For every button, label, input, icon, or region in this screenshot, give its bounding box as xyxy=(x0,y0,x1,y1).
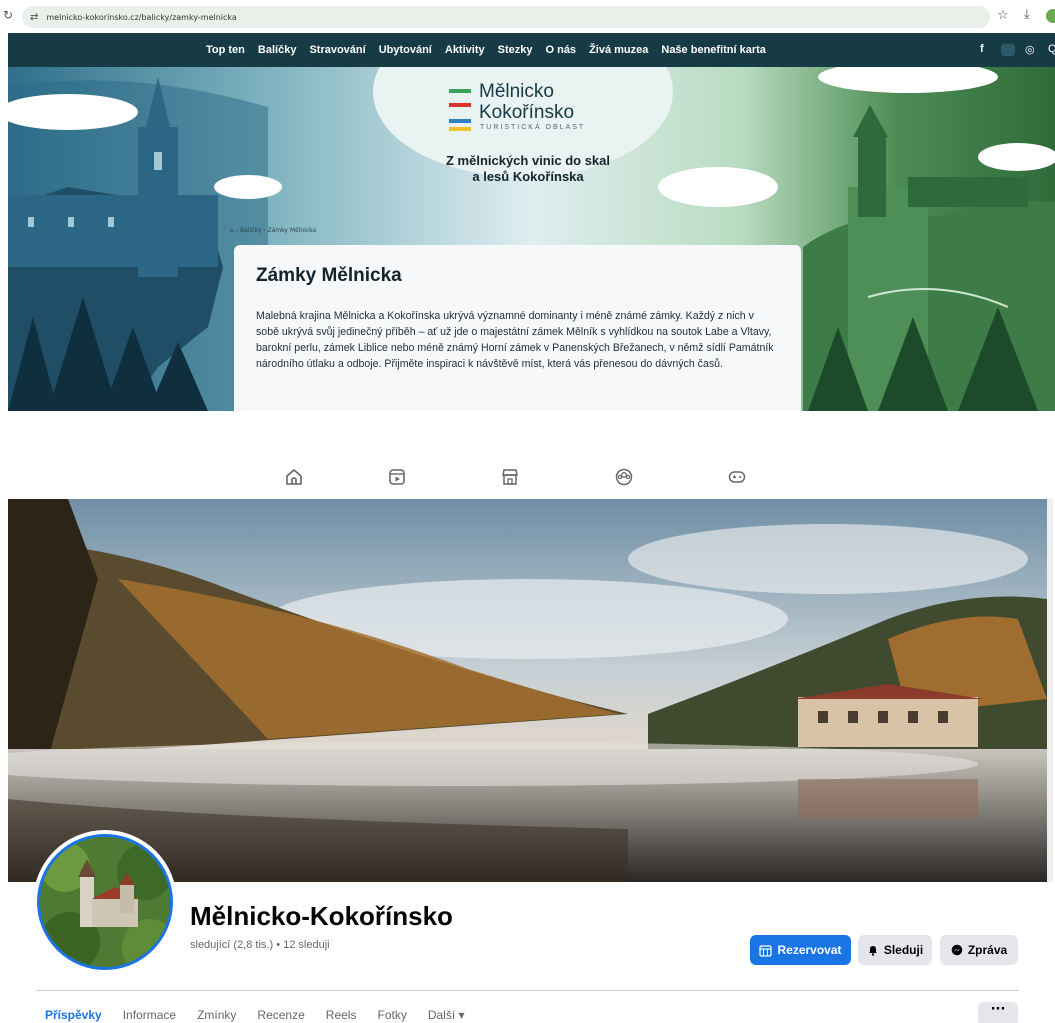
logo-stripe-yellow xyxy=(449,127,471,131)
reload-icon[interactable]: ↻ xyxy=(3,8,13,22)
castle-photo xyxy=(40,837,170,967)
facebook-icon[interactable]: f xyxy=(980,43,984,55)
profile-divider xyxy=(36,990,1019,991)
logo-line-3: TURISTICKÁ OBLAST xyxy=(480,124,586,131)
site-settings-icon[interactable]: ⇄ xyxy=(30,12,38,23)
intro-text: Malebná krajina Mělnicka a Kokořínska uk… xyxy=(256,310,774,370)
nav-balicky[interactable]: Balíčky xyxy=(258,44,297,56)
tab-mentions[interactable]: Zmínky xyxy=(197,1008,236,1023)
nav-aktivity[interactable]: Aktivity xyxy=(445,44,485,56)
marketplace-icon[interactable] xyxy=(500,467,520,487)
nav-ziva-muzea[interactable]: Živá muzea xyxy=(589,44,648,56)
gaming-icon[interactable] xyxy=(727,467,747,487)
site-navigation: Top ten Balíčky Stravování Ubytování Akt… xyxy=(8,33,1055,67)
breadcrumb[interactable]: ⌂ › Balíčky › Zámky Mělnicka xyxy=(230,227,316,234)
hero-banner: Mělnicko Kokořínsko TURISTICKÁ OBLAST Z … xyxy=(8,67,1055,411)
youtube-icon[interactable] xyxy=(1001,44,1015,56)
cover-photo[interactable] xyxy=(8,499,1047,882)
page-title: Zámky Mělnicka xyxy=(256,265,402,286)
url-text: melnicko-kokorinsko.cz/balicky/zamky-mel… xyxy=(46,12,237,22)
groups-icon[interactable] xyxy=(614,467,634,487)
tab-photos[interactable]: Fotky xyxy=(377,1008,406,1023)
home-icon[interactable] xyxy=(284,467,304,487)
nav-ubytovani[interactable]: Ubytování xyxy=(379,44,432,56)
tab-more[interactable]: Další ▾ xyxy=(428,1008,465,1023)
intro-card: Zámky Mělnicka Malebná krajina Mělnicka … xyxy=(234,245,801,411)
profile-avatar[interactable] xyxy=(1046,9,1055,23)
nav-top-ten[interactable]: Top ten xyxy=(206,44,245,56)
page-scrollbar[interactable] xyxy=(1047,499,1053,882)
follower-stats[interactable]: sledující (2,8 tis.) • 12 sleduji xyxy=(190,939,330,951)
tab-reviews[interactable]: Recenze xyxy=(257,1008,304,1023)
logo-line-1: Mělnicko xyxy=(479,81,554,102)
avatar xyxy=(37,834,173,970)
tagline-line-1: Z mělnických vinic do skal xyxy=(445,153,610,168)
profile-picture[interactable] xyxy=(33,830,177,974)
logo-line-2: Kokořínsko xyxy=(479,102,575,123)
follow-button-label: Sleduji xyxy=(883,943,924,957)
video-icon[interactable] xyxy=(387,467,407,487)
instagram-icon[interactable]: ◎ xyxy=(1025,43,1035,56)
tab-reels[interactable]: Reels xyxy=(326,1008,357,1023)
hero-tagline: Z mělnických vinic do skal a lesů Kokoří… xyxy=(413,153,643,185)
nav-o-nas[interactable]: O nás xyxy=(545,44,576,56)
page-name: Mělnicko-Kokořínsko xyxy=(190,901,453,931)
nav-stravovani[interactable]: Stravování xyxy=(309,44,365,56)
facebook-nav-icons xyxy=(0,467,1055,493)
follow-button[interactable]: Sleduji xyxy=(858,935,932,965)
search-icon[interactable]: Q xyxy=(1048,43,1055,55)
cover-landscape xyxy=(8,499,1047,882)
book-button[interactable]: Rezervovat xyxy=(750,935,851,965)
bookmark-star-icon[interactable]: ☆ xyxy=(997,8,1009,23)
tab-posts[interactable]: Příspěvky xyxy=(45,1008,102,1023)
tab-about[interactable]: Informace xyxy=(123,1008,176,1023)
logo-stripe-green xyxy=(449,89,471,93)
nav-stezky[interactable]: Stezky xyxy=(498,44,533,56)
download-icon[interactable]: ⤓ xyxy=(1024,7,1030,22)
message-button[interactable]: Zpráva xyxy=(940,935,1018,965)
messenger-icon xyxy=(951,944,963,956)
book-button-label: Rezervovat xyxy=(777,943,842,957)
nav-benefitni-karta[interactable]: Naše benefitní karta xyxy=(661,44,766,56)
address-bar[interactable]: ⇄ melnicko-kokorinsko.cz/balicky/zamky-m… xyxy=(22,6,990,28)
logo-stripe-blue xyxy=(449,119,471,123)
more-options-button[interactable]: ··· xyxy=(978,1002,1018,1023)
profile-tabs: Příspěvky Informace Zmínky Recenze Reels… xyxy=(45,1008,486,1023)
bell-icon xyxy=(868,946,877,956)
message-button-label: Zpráva xyxy=(967,943,1008,957)
browser-toolbar: ↻ ⇄ melnicko-kokorinsko.cz/balicky/zamky… xyxy=(0,0,1055,33)
tagline-line-2: a lesů Kokořínska xyxy=(472,169,584,184)
calendar-icon xyxy=(759,944,773,957)
logo-stripe-red xyxy=(449,103,471,107)
